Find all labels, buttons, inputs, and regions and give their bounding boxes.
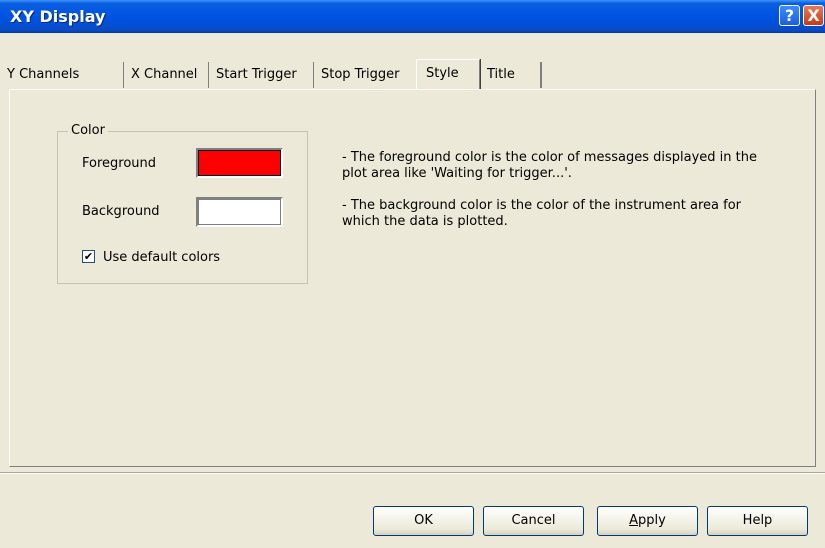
help-button[interactable]: ? xyxy=(779,5,800,26)
background-color-swatch[interactable] xyxy=(196,197,283,227)
foreground-description: - The foreground color is the color of m… xyxy=(342,150,757,181)
tab-x-channel[interactable]: X Channel xyxy=(124,62,209,88)
background-description: - The background color is the color of t… xyxy=(342,198,741,229)
foreground-color-swatch[interactable] xyxy=(196,148,283,178)
foreground-label: Foreground xyxy=(82,156,157,171)
close-button[interactable]: X xyxy=(803,5,824,26)
apply-button[interactable]: Apply xyxy=(597,506,698,536)
ok-button[interactable]: OK xyxy=(373,506,474,536)
tab-title[interactable]: Title xyxy=(480,62,542,88)
tab-style[interactable]: Style xyxy=(416,59,480,89)
background-label: Background xyxy=(82,204,160,219)
background-color-fill xyxy=(198,199,281,225)
color-group-legend: Color xyxy=(68,123,108,138)
tab-stop-trigger[interactable]: Stop Trigger xyxy=(314,62,416,88)
help-dialog-button[interactable]: Help xyxy=(707,506,808,536)
window-title: XY Display xyxy=(10,7,106,26)
button-separator xyxy=(0,472,825,474)
foreground-color-fill xyxy=(198,150,281,176)
use-default-colors-label[interactable]: Use default colors xyxy=(103,250,220,265)
apply-button-label: Apply xyxy=(629,513,666,528)
tab-start-trigger[interactable]: Start Trigger xyxy=(209,62,314,88)
use-default-colors-checkbox[interactable]: ✔ xyxy=(82,250,95,263)
cancel-button[interactable]: Cancel xyxy=(483,506,584,536)
tab-y-channels[interactable]: Y Channels xyxy=(0,62,124,88)
title-bar[interactable]: XY Display ? X xyxy=(0,0,825,33)
